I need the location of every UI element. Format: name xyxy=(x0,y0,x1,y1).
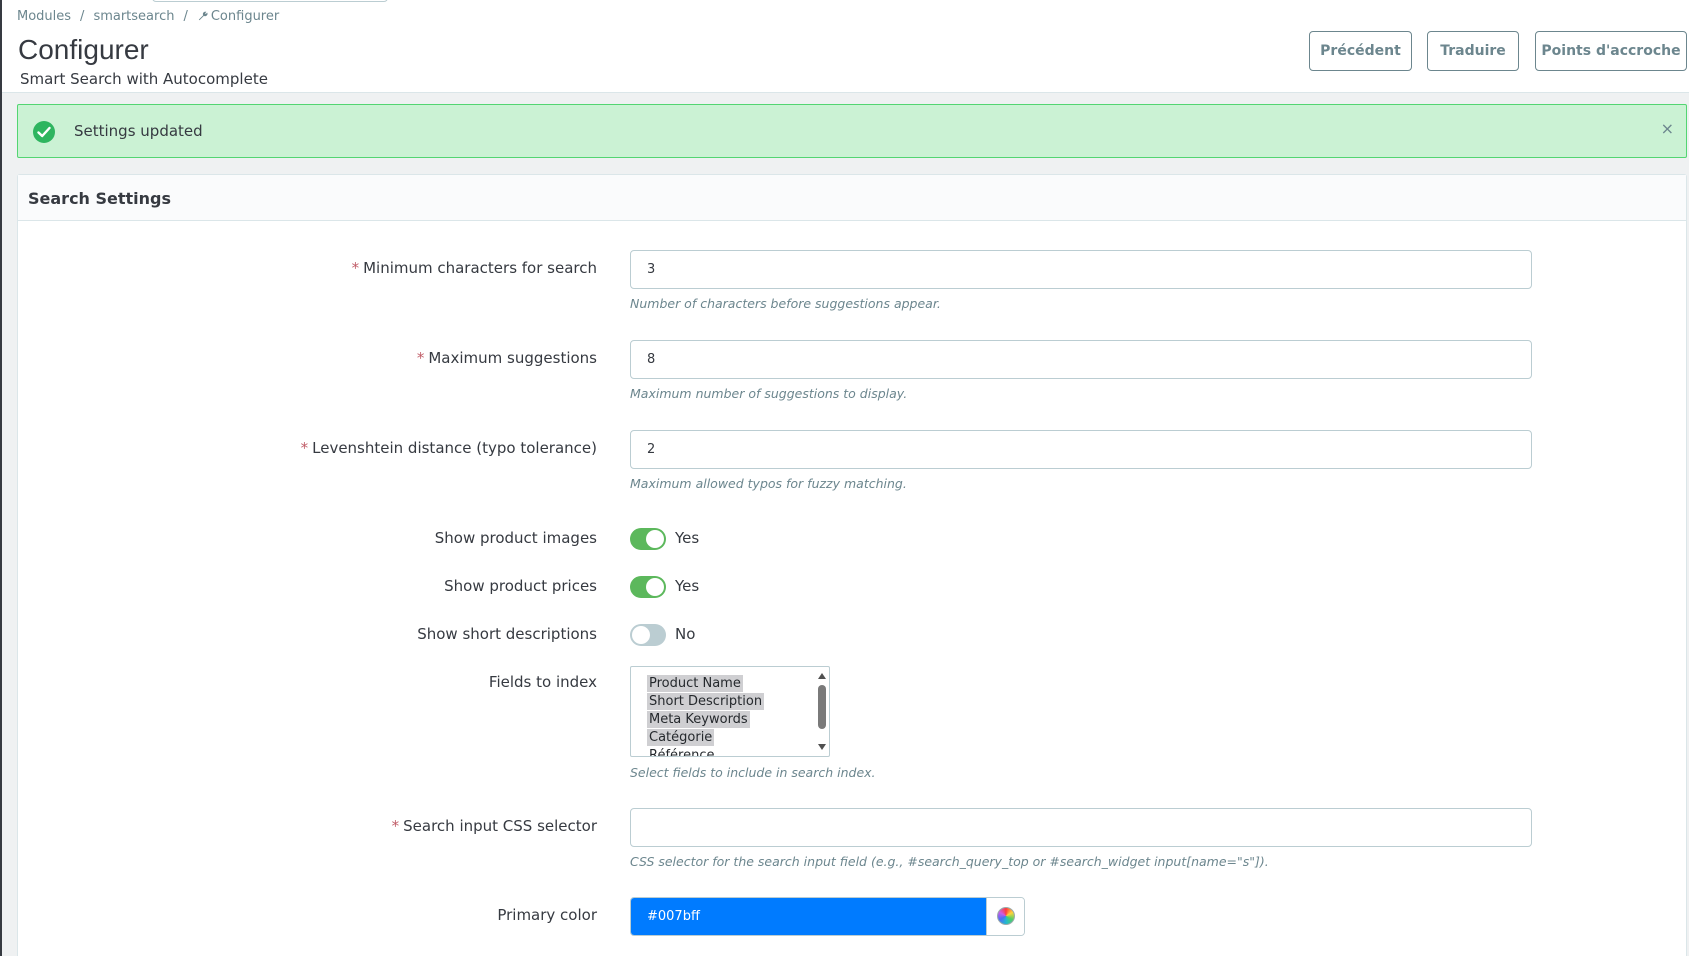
window-left-edge xyxy=(0,0,2,956)
show-images-label: Show product images xyxy=(434,529,597,547)
fields-to-index-help: Select fields to include in search index… xyxy=(630,765,876,780)
search-settings-panel: Search Settings * Minimum characters for … xyxy=(17,174,1687,956)
css-selector-input[interactable] xyxy=(630,808,1532,847)
page-header: Modules / smartsearch / Configurer Confi… xyxy=(2,0,1689,93)
show-short-desc-toggle[interactable] xyxy=(630,624,666,646)
select-option-meta-keywords[interactable]: Meta Keywords xyxy=(647,711,750,728)
alert-message: Settings updated xyxy=(74,122,203,140)
wrench-icon xyxy=(197,10,208,24)
required-mark: * xyxy=(416,349,425,367)
breadcrumb-modules[interactable]: Modules xyxy=(17,9,71,24)
show-prices-state: Yes xyxy=(675,577,700,595)
fields-to-index-label: Fields to index xyxy=(488,673,597,691)
toggle-knob xyxy=(646,530,664,548)
select-option-reference[interactable]: Référence xyxy=(647,747,716,756)
primary-color-label: Primary color xyxy=(497,906,597,924)
min-chars-help: Number of characters before suggestions … xyxy=(630,296,941,311)
color-picker-button[interactable] xyxy=(986,898,1024,935)
show-prices-label: Show product prices xyxy=(444,577,597,595)
required-mark: * xyxy=(351,259,360,277)
breadcrumb-configurer: Configurer xyxy=(210,9,280,24)
show-short-desc-label: Show short descriptions xyxy=(417,625,597,643)
scroll-down-arrow-icon[interactable] xyxy=(818,744,826,750)
scrollbar-thumb[interactable] xyxy=(818,685,826,729)
panel-title: Search Settings xyxy=(28,189,172,208)
required-mark: * xyxy=(300,439,309,457)
max-suggestions-label: * Maximum suggestions xyxy=(416,349,597,367)
top-tab-edge xyxy=(152,0,388,2)
toggle-knob xyxy=(632,626,650,644)
primary-color-field[interactable]: #007bff xyxy=(630,897,1025,936)
success-alert: Settings updated × xyxy=(17,104,1687,158)
hooks-button[interactable]: Points d'accroche xyxy=(1535,31,1687,71)
show-prices-toggle[interactable] xyxy=(630,576,666,598)
primary-color-input[interactable]: #007bff xyxy=(631,898,987,935)
required-mark: * xyxy=(391,817,400,835)
scroll-up-arrow-icon[interactable] xyxy=(818,673,826,679)
color-wheel-icon xyxy=(997,907,1015,925)
page-subtitle: Smart Search with Autocomplete xyxy=(20,70,268,88)
close-icon[interactable]: × xyxy=(1661,119,1674,138)
select-option-categorie[interactable]: Catégorie xyxy=(647,729,715,746)
panel-header: Search Settings xyxy=(18,175,1686,221)
breadcrumb-separator: / xyxy=(183,9,188,24)
back-button[interactable]: Précédent xyxy=(1309,31,1412,71)
max-suggestions-input[interactable]: 8 xyxy=(630,340,1532,379)
breadcrumb-separator: / xyxy=(80,9,85,24)
max-suggestions-help: Maximum number of suggestions to display… xyxy=(630,386,908,401)
show-short-desc-state: No xyxy=(675,625,696,643)
check-circle-icon xyxy=(33,121,55,143)
fields-to-index-select[interactable]: Product Name Short Description Meta Keyw… xyxy=(630,666,830,757)
levenshtein-label: * Levenshtein distance (typo tolerance) xyxy=(300,439,597,457)
toggle-knob xyxy=(646,578,664,596)
show-images-state: Yes xyxy=(675,529,700,547)
css-selector-help: CSS selector for the search input field … xyxy=(630,854,1269,869)
levenshtein-input[interactable]: 2 xyxy=(630,430,1532,469)
show-images-toggle[interactable] xyxy=(630,528,666,550)
breadcrumb: Modules / smartsearch / Configurer xyxy=(17,9,279,24)
breadcrumb-smartsearch[interactable]: smartsearch xyxy=(93,9,174,24)
select-option-short-description[interactable]: Short Description xyxy=(647,693,765,710)
translate-button[interactable]: Traduire xyxy=(1427,31,1519,71)
levenshtein-help: Maximum allowed typos for fuzzy matching… xyxy=(630,476,907,491)
min-chars-input[interactable]: 3 xyxy=(630,250,1532,289)
select-option-product-name[interactable]: Product Name xyxy=(647,675,743,692)
min-chars-label: * Minimum characters for search xyxy=(351,259,597,277)
page-title: Configurer xyxy=(18,34,149,65)
css-selector-label: * Search input CSS selector xyxy=(391,817,597,835)
